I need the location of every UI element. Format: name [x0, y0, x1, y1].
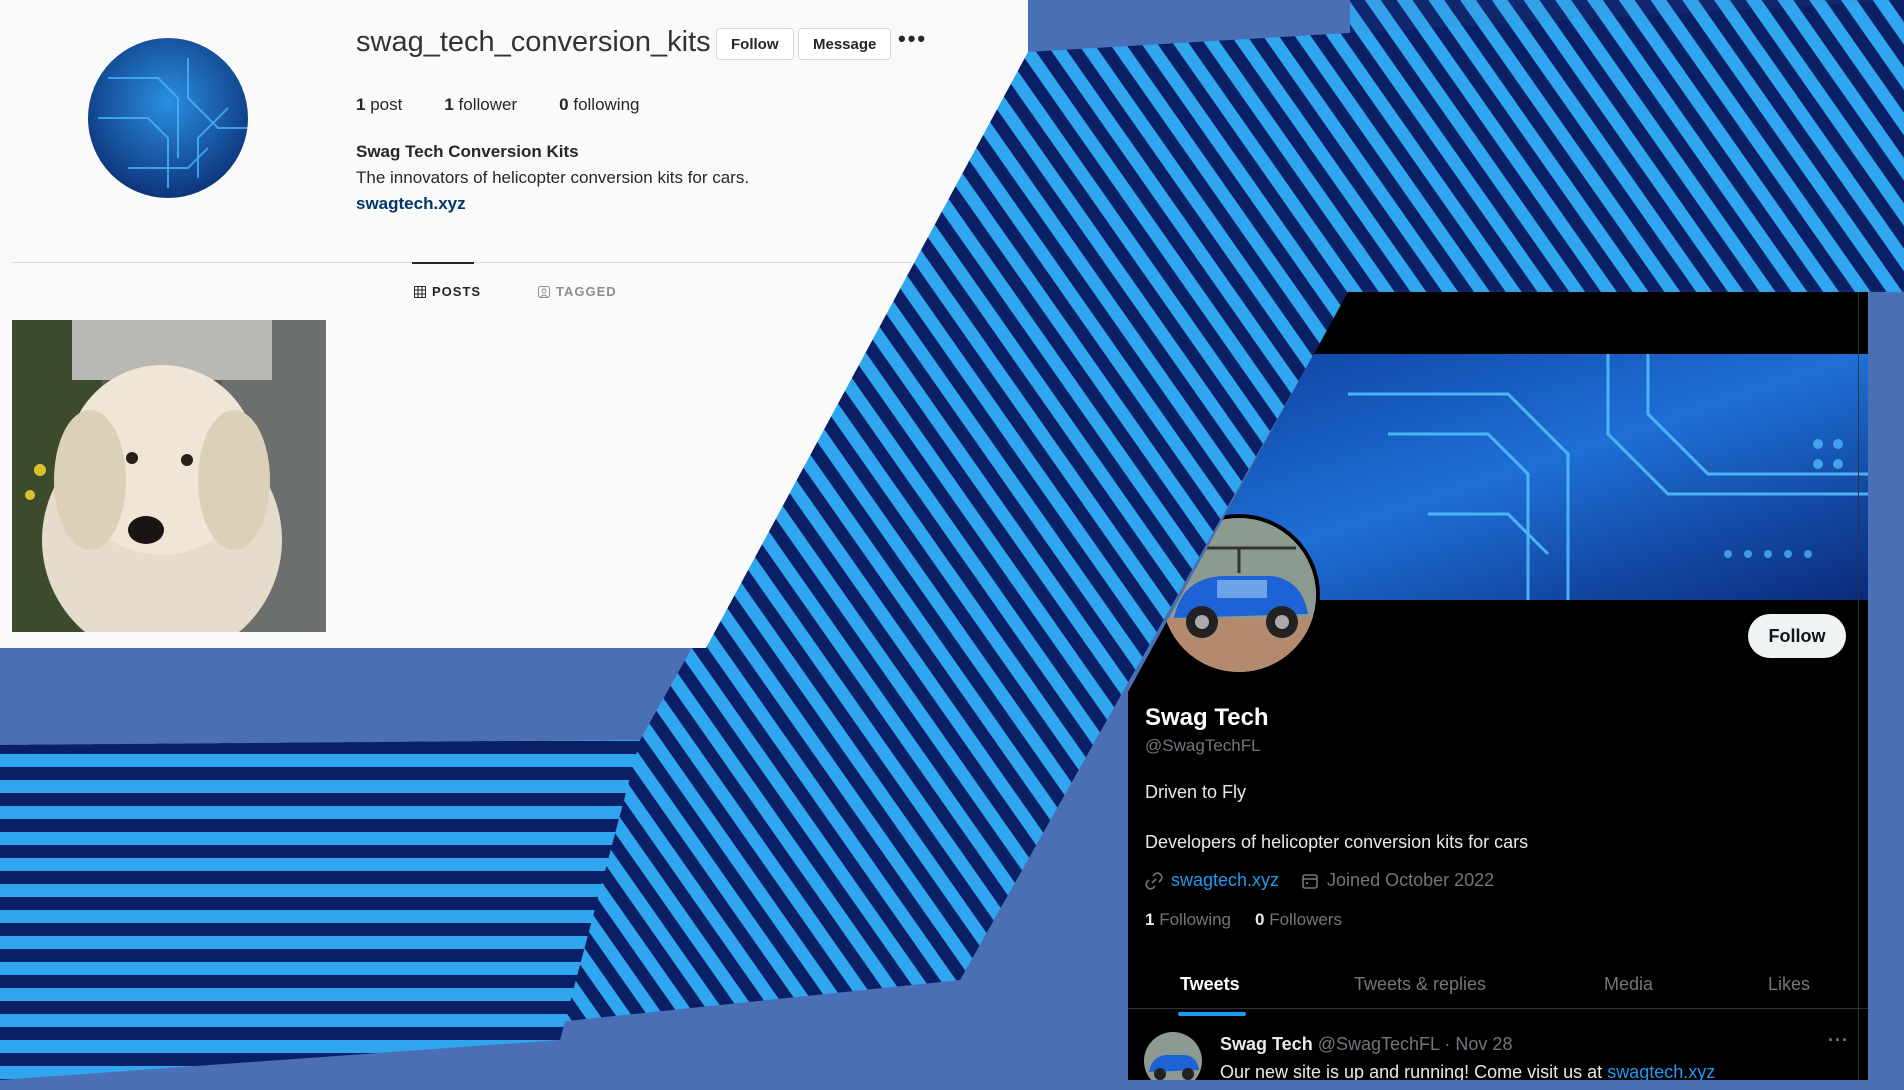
blue-car-thumbnail — [1144, 1032, 1202, 1080]
following-stat[interactable]: 0 following — [559, 95, 639, 115]
grid-icon — [414, 285, 426, 298]
fluffy-white-dog-photo — [12, 320, 326, 632]
profile-meta: swagtech.xyz Joined October 2022 — [1145, 870, 1494, 891]
followers-label: follower — [458, 95, 518, 114]
following-label: following — [573, 95, 640, 114]
follow-counts: 1 Following 0 Followers — [1145, 910, 1342, 930]
tab-tweets[interactable]: Tweets — [1180, 974, 1240, 995]
following-count: 0 — [559, 95, 569, 114]
profile-stats: 1 post 1 follower 0 following — [356, 95, 640, 115]
followers-stat[interactable]: 0 Followers — [1255, 910, 1342, 930]
tab-tweets-replies[interactable]: Tweets & replies — [1354, 974, 1486, 995]
column-border — [1858, 292, 1859, 1080]
handle: @SwagTechFL — [1145, 736, 1261, 755]
followers-count: 1 — [444, 95, 454, 114]
tweet-handle: @SwagTechFL — [1317, 1034, 1440, 1054]
tweet-link[interactable]: swagtech.xyz — [1607, 1062, 1715, 1080]
tab-tagged[interactable]: TAGGED — [538, 284, 617, 299]
tab-likes[interactable]: Likes — [1768, 974, 1810, 995]
tab-posts-label: POSTS — [432, 284, 482, 299]
follow-button[interactable]: Follow — [1748, 614, 1846, 658]
website-link[interactable]: swagtech.xyz — [356, 194, 466, 214]
username: swag_tech_conversion_kits — [356, 26, 711, 58]
posts-count: 1 — [356, 95, 366, 114]
tweet-author[interactable]: Swag Tech — [1220, 1034, 1313, 1054]
tweet-date[interactable]: Nov 28 — [1455, 1034, 1512, 1054]
motto-text: Driven to Fly — [1145, 782, 1247, 802]
posts-label: post — [370, 95, 403, 114]
profile-avatar[interactable] — [88, 38, 248, 198]
circuit-board-avatar-icon — [88, 38, 248, 198]
post-thumbnail[interactable] — [12, 320, 326, 632]
active-tab-indicator — [1178, 1012, 1246, 1016]
following-count: 1 — [1145, 910, 1155, 929]
link-icon — [1145, 871, 1163, 890]
joined-date: Joined October 2022 — [1327, 870, 1495, 890]
tab-media[interactable]: Media — [1604, 974, 1653, 995]
followers-count: 0 — [1255, 910, 1265, 929]
bio-text: Developers of helicopter conversion kits… — [1145, 832, 1529, 852]
posts-stat[interactable]: 1 post — [356, 95, 402, 115]
tweet-separator: · — [1444, 1034, 1451, 1054]
message-button[interactable]: Message — [798, 28, 892, 60]
tab-posts[interactable]: POSTS — [414, 284, 481, 299]
tweet-header: Swag Tech @SwagTechFL · Nov 28 — [1220, 1034, 1512, 1055]
website-link[interactable]: swagtech.xyz — [1171, 870, 1279, 891]
bio-text: The innovators of helicopter conversion … — [356, 168, 750, 187]
following-stat[interactable]: 1 Following — [1145, 910, 1231, 930]
follow-button[interactable]: Follow — [716, 28, 794, 60]
display-name: Swag Tech — [1145, 704, 1269, 731]
tweet-more-icon[interactable]: ··· — [1828, 1030, 1849, 1051]
followers-label: Followers — [1269, 910, 1342, 929]
tagged-icon — [538, 285, 550, 298]
full-name: Swag Tech Conversion Kits — [356, 142, 579, 161]
more-options-icon[interactable]: ••• — [898, 26, 927, 52]
following-label: Following — [1159, 910, 1232, 929]
profile-tabs: Tweets Tweets & replies Media Likes — [1128, 952, 1868, 1009]
active-tab-indicator — [412, 262, 474, 264]
calendar-icon — [1302, 873, 1318, 889]
tweet-body: Our new site is up and running! Come vis… — [1220, 1062, 1608, 1082]
followers-stat[interactable]: 1 follower — [444, 95, 517, 115]
tab-tagged-label: TAGGED — [556, 284, 617, 299]
tweet-avatar[interactable] — [1144, 1032, 1202, 1080]
